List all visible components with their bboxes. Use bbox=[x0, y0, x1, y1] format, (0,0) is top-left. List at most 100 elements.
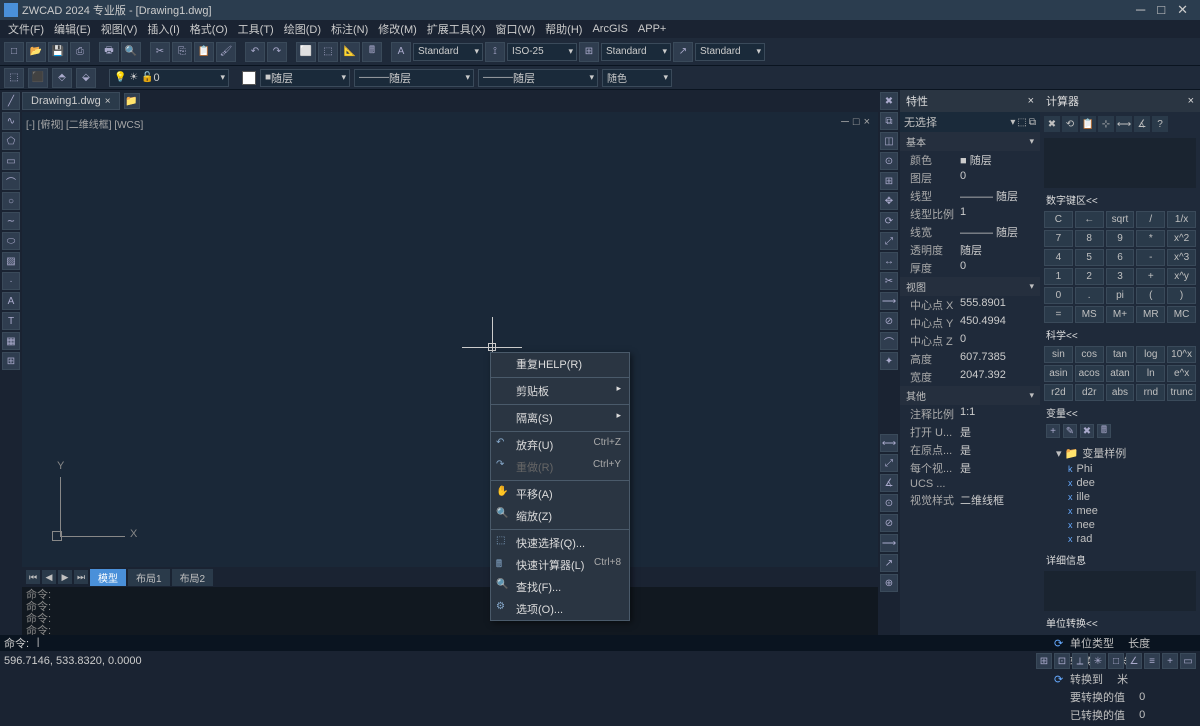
lineweight-combo[interactable]: ——— 随层 bbox=[478, 69, 598, 87]
text-style-icon[interactable]: A bbox=[391, 42, 411, 62]
calc-key-.[interactable]: . bbox=[1075, 287, 1104, 304]
calc-scikey-acos[interactable]: acos bbox=[1075, 365, 1104, 382]
ctx-quickselect[interactable]: ⬚快速选择(Q)... bbox=[491, 532, 629, 554]
menu-help[interactable]: 帮助(H) bbox=[541, 20, 586, 38]
calc-key-5[interactable]: 5 bbox=[1075, 249, 1104, 266]
var-sample-folder[interactable]: ▾ 📁 变量样例 bbox=[1044, 444, 1196, 462]
extend-icon[interactable]: ⟶ bbox=[880, 292, 898, 310]
doc-tab-active[interactable]: Drawing1.dwg × bbox=[22, 92, 120, 110]
calc-key-9[interactable]: 9 bbox=[1106, 230, 1135, 247]
calc-paste-icon[interactable]: 📋 bbox=[1080, 116, 1096, 132]
calc-scikey-cos[interactable]: cos bbox=[1075, 346, 1104, 363]
calc-key-+[interactable]: + bbox=[1136, 268, 1165, 285]
menu-dimension[interactable]: 标注(N) bbox=[327, 20, 372, 38]
mirror-icon[interactable]: ◫ bbox=[880, 132, 898, 150]
mtext-icon[interactable]: T bbox=[2, 312, 20, 330]
region-icon[interactable]: ▦ bbox=[2, 332, 20, 350]
line-icon[interactable]: ╱ bbox=[2, 92, 20, 110]
calc-angle-icon[interactable]: ∡ bbox=[1134, 116, 1150, 132]
mleaderstyle-combo[interactable]: Standard bbox=[695, 43, 765, 61]
calc-detail-title[interactable]: 详细信息 bbox=[1040, 550, 1200, 569]
prop-centerx-value[interactable]: 555.8901 bbox=[960, 297, 1036, 313]
calc-header[interactable]: 计算器 × bbox=[1040, 90, 1200, 112]
tablestyle-combo[interactable]: Standard bbox=[601, 43, 671, 61]
maximize-button[interactable]: □ bbox=[1157, 2, 1165, 18]
calc-key-/[interactable]: / bbox=[1136, 211, 1165, 228]
layer-prev-icon[interactable]: ⬘ bbox=[52, 68, 72, 88]
calc-icon[interactable]: 🖩 bbox=[362, 42, 382, 62]
prop-visualstyle-value[interactable]: 二维线框 bbox=[960, 492, 1036, 508]
ctx-clipboard[interactable]: 剪贴板▸ bbox=[491, 380, 629, 402]
erase-icon[interactable]: ✖ bbox=[880, 92, 898, 110]
viewport-label[interactable]: [-] [俯视] [二维线框] [WCS] bbox=[26, 116, 143, 131]
dim-linear-icon[interactable]: ⟷ bbox=[880, 434, 898, 452]
color-combo[interactable]: ■ 随层 bbox=[260, 69, 350, 87]
calc-history-icon[interactable]: ⟲ bbox=[1062, 116, 1078, 132]
dim-continue-icon[interactable]: ⟶ bbox=[880, 534, 898, 552]
properties-selector[interactable]: 无选择 ▾⬚⧉ bbox=[900, 112, 1040, 132]
convert-to-value[interactable]: 米 bbox=[1117, 671, 1128, 687]
ctx-repeat[interactable]: 重复HELP(R) bbox=[491, 353, 629, 375]
prop-height-value[interactable]: 607.7385 bbox=[960, 351, 1036, 367]
scale-icon[interactable]: ⤢ bbox=[880, 232, 898, 250]
ellipse-icon[interactable]: ⬭ bbox=[2, 232, 20, 250]
ctx-find[interactable]: 🔍查找(F)... bbox=[491, 576, 629, 598]
var-edit-icon[interactable]: ✎ bbox=[1063, 424, 1077, 438]
minimize-button[interactable]: ─ bbox=[1136, 2, 1145, 18]
tab-layout2[interactable]: 布局2 bbox=[172, 569, 214, 586]
point-icon[interactable]: · bbox=[2, 272, 20, 290]
calc-close-icon[interactable]: × bbox=[1188, 95, 1194, 107]
rectangle-icon[interactable]: ▭ bbox=[2, 152, 20, 170]
menu-view[interactable]: 视图(V) bbox=[97, 20, 142, 38]
saveas-icon[interactable]: ⎙ bbox=[70, 42, 90, 62]
dimstyle-combo[interactable]: ISO-25 bbox=[507, 43, 577, 61]
calc-key-MR[interactable]: MR bbox=[1136, 306, 1165, 323]
var-item-ille[interactable]: x ille bbox=[1044, 490, 1196, 504]
viewport[interactable]: [-] [俯视] [二维线框] [WCS] ─ □ × 重复HELP(R) 剪贴… bbox=[22, 112, 878, 567]
calc-numpad-title[interactable]: 数字键区<< bbox=[1040, 190, 1200, 209]
dim-aligned-icon[interactable]: ⤢ bbox=[880, 454, 898, 472]
mleader-style-icon[interactable]: ↗ bbox=[673, 42, 693, 62]
cut-icon[interactable]: ✂ bbox=[150, 42, 170, 62]
calc-distance-icon[interactable]: ⟷ bbox=[1116, 116, 1132, 132]
calc-unit-title[interactable]: 单位转换<< bbox=[1040, 613, 1200, 632]
menu-modify[interactable]: 修改(M) bbox=[374, 20, 421, 38]
prop-ucsopen-value[interactable]: 是 bbox=[960, 424, 1036, 440]
calc-scikey-log[interactable]: log bbox=[1136, 346, 1165, 363]
snap-toggle-icon[interactable]: ⊡ bbox=[1054, 653, 1070, 669]
textstyle-combo[interactable]: Standard bbox=[413, 43, 483, 61]
calc-key-1/x[interactable]: 1/x bbox=[1167, 211, 1196, 228]
save-icon[interactable]: 💾 bbox=[48, 42, 68, 62]
prop-annoscale-value[interactable]: 1:1 bbox=[960, 406, 1036, 422]
menu-draw[interactable]: 绘图(D) bbox=[280, 20, 325, 38]
vp-minimize-icon[interactable]: ─ bbox=[841, 116, 849, 128]
arc-icon[interactable]: ⌒ bbox=[2, 172, 20, 190]
prop-thickness-value[interactable]: 0 bbox=[960, 260, 1036, 276]
grid-toggle-icon[interactable]: ⊞ bbox=[1036, 653, 1052, 669]
calc-scikey-d2r[interactable]: d2r bbox=[1075, 384, 1104, 401]
calc-var-title[interactable]: 变量<< bbox=[1040, 403, 1200, 422]
menu-window[interactable]: 窗口(W) bbox=[491, 20, 539, 38]
prop-width-value[interactable]: 2047.392 bbox=[960, 369, 1036, 385]
prop-color-value[interactable]: ■ 随层 bbox=[960, 152, 1036, 168]
var-item-Phi[interactable]: k Phi bbox=[1044, 462, 1196, 476]
calc-scikey-r2d[interactable]: r2d bbox=[1044, 384, 1073, 401]
prop-centery-value[interactable]: 450.4994 bbox=[960, 315, 1036, 331]
var-item-nee[interactable]: x nee bbox=[1044, 518, 1196, 532]
menu-format[interactable]: 格式(O) bbox=[186, 20, 232, 38]
table-icon[interactable]: ⊞ bbox=[2, 352, 20, 370]
ctx-pan[interactable]: ✋平移(A) bbox=[491, 483, 629, 505]
plotcolor-combo[interactable]: 随色 bbox=[602, 69, 672, 87]
calc-key-1[interactable]: 1 bbox=[1044, 268, 1073, 285]
calc-key-x^y[interactable]: x^y bbox=[1167, 268, 1196, 285]
calc-scikey-tan[interactable]: tan bbox=[1106, 346, 1135, 363]
new-icon[interactable]: □ bbox=[4, 42, 24, 62]
vp-close-icon[interactable]: × bbox=[864, 116, 870, 128]
calc-scikey-10^x[interactable]: 10^x bbox=[1167, 346, 1196, 363]
osnap-toggle-icon[interactable]: □ bbox=[1108, 653, 1124, 669]
ctx-quickcalc[interactable]: 🖩快速计算器(L)Ctrl+8 bbox=[491, 554, 629, 576]
dim-style-icon[interactable]: ⟟ bbox=[485, 42, 505, 62]
prop-section-view[interactable]: 视图 bbox=[900, 277, 1040, 296]
paste-icon[interactable]: 📋 bbox=[194, 42, 214, 62]
ctx-undo[interactable]: ↶放弃(U)Ctrl+Z bbox=[491, 434, 629, 456]
